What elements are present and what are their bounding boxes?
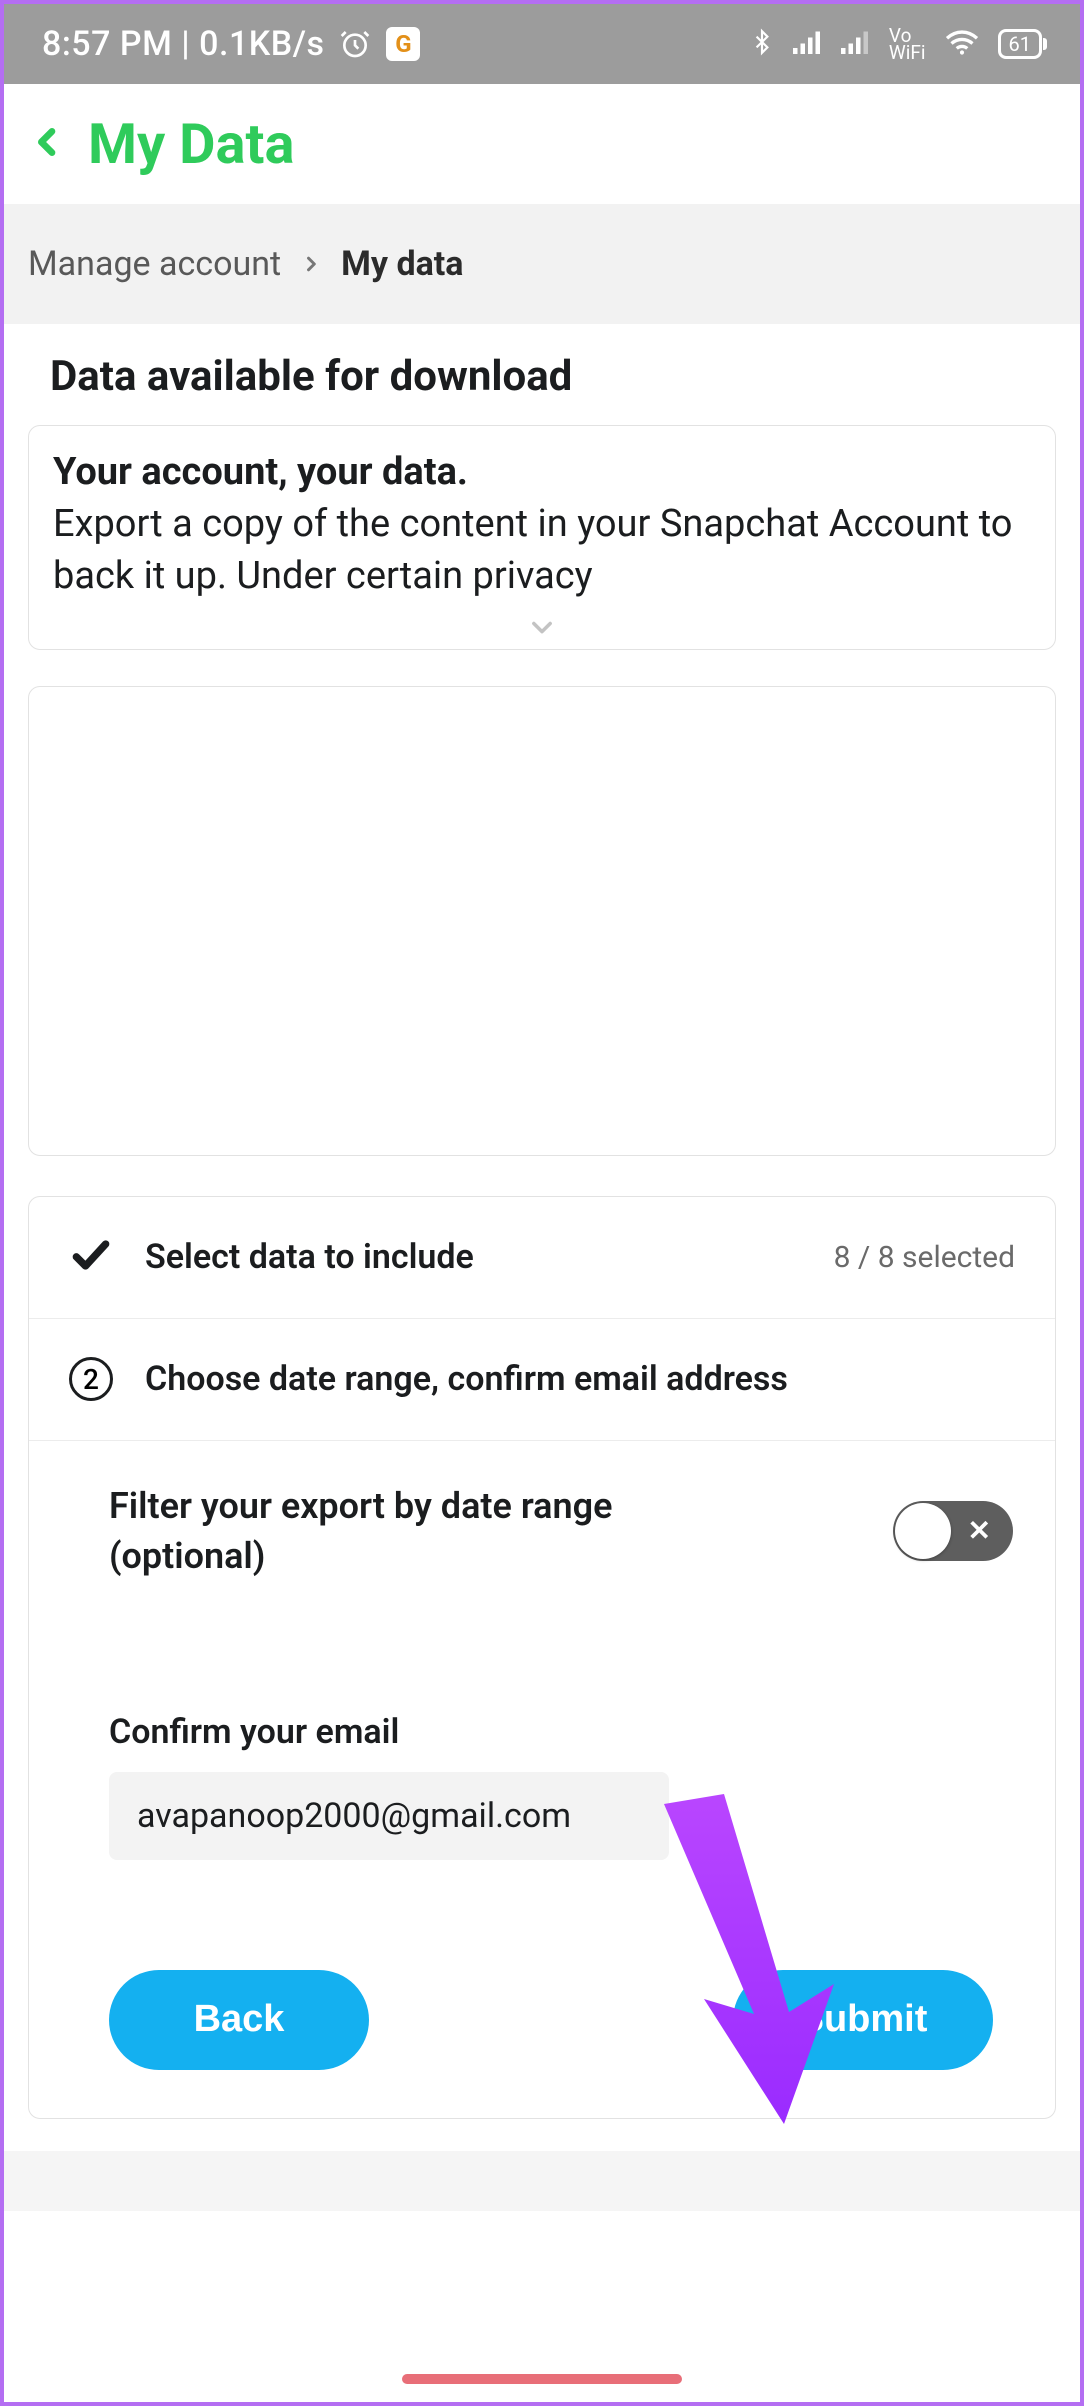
page-title: My Data [88, 111, 294, 177]
close-icon: ✕ [968, 1517, 991, 1545]
back-icon[interactable] [32, 118, 64, 170]
intro-title: Your account, your data. [53, 450, 1031, 494]
battery-icon: 61 [998, 29, 1042, 59]
back-button[interactable]: Back [109, 1970, 369, 2070]
signal-icon [793, 29, 823, 60]
chevron-down-icon[interactable] [522, 613, 562, 645]
submit-button[interactable]: Submit [733, 1970, 993, 2070]
alarm-icon [338, 27, 372, 61]
step1-title: Select data to include [145, 1237, 474, 1277]
step2-title: Choose date range, confirm email address [145, 1359, 788, 1399]
step-date-range: 2 Choose date range, confirm email addre… [29, 1319, 1055, 1441]
email-label: Confirm your email [109, 1712, 1013, 1752]
status-bar: 8:57 PM | 0.1KB/s G Vo WiFi 61 [4, 4, 1080, 84]
intro-body: Export a copy of the content in your Sna… [53, 498, 1031, 603]
email-field[interactable]: avapanoop2000@gmail.com [109, 1772, 669, 1860]
vowifi-icon: Vo WiFi [889, 27, 926, 61]
google-icon: G [386, 27, 420, 61]
status-time: 8:57 PM | 0.1KB/s [42, 24, 324, 64]
check-icon [69, 1233, 113, 1281]
chevron-right-icon [301, 250, 321, 278]
step-number-badge: 2 [69, 1357, 113, 1401]
toggle-knob [895, 1503, 951, 1559]
placeholder-card [28, 686, 1056, 1156]
bluetooth-icon [749, 25, 775, 64]
step2-body: Filter your export by date range (option… [29, 1441, 1055, 2118]
gesture-bar [402, 2374, 682, 2384]
signal-icon-2 [841, 29, 871, 60]
filter-label: Filter your export by date range (option… [109, 1481, 749, 1582]
date-range-toggle[interactable]: ✕ [893, 1501, 1013, 1561]
step-select-data[interactable]: Select data to include 8 / 8 selected [29, 1197, 1055, 1319]
breadcrumb-manage-account[interactable]: Manage account [28, 244, 281, 284]
breadcrumb: Manage account My data [4, 204, 1080, 324]
breadcrumb-my-data: My data [341, 244, 463, 284]
intro-card: Your account, your data. Export a copy o… [28, 425, 1056, 650]
footer-background [4, 2151, 1080, 2211]
title-bar: My Data [4, 84, 1080, 204]
step1-count: 8 / 8 selected [834, 1240, 1015, 1275]
wifi-icon [944, 28, 980, 61]
wizard-card: Select data to include 8 / 8 selected 2 … [28, 1196, 1056, 2119]
section-heading: Data available for download [50, 352, 1056, 401]
